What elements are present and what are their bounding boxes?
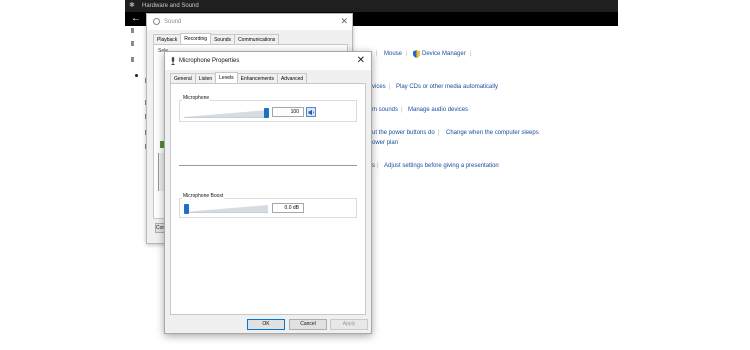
list-bullet	[135, 74, 138, 77]
system-sounds-link-partial[interactable]: m sounds	[372, 106, 398, 114]
microphone-boost-slider[interactable]	[184, 205, 268, 213]
tab-communications[interactable]: Communications	[234, 34, 280, 44]
control-panel-titlebar: ✱ Hardware and Sound	[125, 0, 618, 12]
link-separator: |	[401, 107, 403, 113]
tab-listen[interactable]: Listen	[194, 73, 217, 83]
devices-link-partial[interactable]: vices	[372, 83, 386, 91]
mic-tab-strip: General Listen Levels Enhancements Advan…	[170, 72, 308, 83]
window-title: Hardware and Sound	[142, 3, 199, 9]
speaker-icon	[308, 109, 314, 116]
close-icon[interactable]: ✕	[340, 16, 348, 26]
tab-playback[interactable]: Playback	[153, 34, 182, 44]
tab-advanced[interactable]: Advanced	[276, 73, 308, 83]
hardware-and-sound-icon: ✱	[129, 2, 135, 9]
sound-titlebar: Sound ✕	[147, 14, 352, 30]
hidden-text-stub	[131, 28, 134, 33]
microphone-level-slider[interactable]	[184, 110, 268, 118]
tab-recording[interactable]: Recording	[180, 33, 212, 44]
uac-shield-icon	[413, 50, 420, 58]
presentation-link-partial[interactable]: s	[372, 162, 375, 170]
link-separator: |	[406, 51, 408, 57]
hidden-text-stub	[131, 41, 134, 46]
sound-title: Sound	[164, 19, 182, 25]
tab-sounds[interactable]: Sounds	[210, 34, 236, 44]
sound-tab-strip: Playback Recording Sounds Communications	[153, 33, 280, 44]
mic-titlebar: Microphone Properties ✕	[165, 52, 371, 70]
power-plan-link-partial[interactable]: ower plan	[372, 139, 398, 147]
section-divider	[179, 165, 357, 166]
microphone-label: Microphone	[182, 95, 211, 101]
sleep-settings-link[interactable]: Change when the computer sleeps	[446, 129, 539, 137]
link-separator: |	[438, 130, 440, 136]
manage-audio-devices-link[interactable]: Manage audio devices	[408, 106, 468, 114]
autoplay-link[interactable]: Play CDs or other media automatically	[396, 83, 498, 91]
cancel-button[interactable]: Cancel	[289, 319, 327, 330]
tab-enhancements[interactable]: Enhancements	[236, 73, 278, 83]
microphone-group: Microphone 100	[179, 95, 357, 122]
microphone-icon	[171, 57, 175, 65]
apply-button[interactable]: Apply	[330, 319, 368, 330]
mic-dialog-title: Microphone Properties	[179, 58, 240, 64]
link-separator: |	[376, 51, 378, 57]
link-separator: |	[470, 51, 472, 57]
device-manager-link[interactable]: Device Manager	[422, 50, 466, 58]
speaker-icon	[153, 18, 160, 25]
microphone-properties-dialog: Microphone Properties ✕ General Listen L…	[164, 51, 372, 334]
microphone-boost-label: Microphone Boost	[182, 193, 225, 199]
microphone-level-value[interactable]: 100	[272, 107, 304, 117]
microphone-boost-value[interactable]: 0.0 dB	[272, 203, 304, 213]
mute-toggle-button[interactable]	[306, 107, 316, 117]
back-arrow-icon[interactable]: ←	[131, 13, 141, 25]
hidden-text-stub	[131, 57, 134, 62]
close-icon[interactable]: ✕	[357, 55, 365, 66]
microphone-slider-thumb[interactable]	[264, 108, 269, 118]
presentation-settings-link[interactable]: Adjust settings before giving a presenta…	[384, 162, 499, 170]
tab-general[interactable]: General	[170, 73, 196, 83]
boost-slider-thumb[interactable]	[184, 204, 189, 214]
link-separator: |	[377, 163, 379, 169]
link-separator: |	[389, 84, 391, 90]
tab-levels[interactable]: Levels	[215, 72, 238, 83]
levels-panel: Microphone 100 Microphone Boost 0.0 dB	[170, 83, 366, 315]
microphone-boost-group: Microphone Boost 0.0 dB	[179, 193, 357, 218]
power-buttons-link-partial[interactable]: ut the power buttons do	[372, 129, 435, 137]
mouse-link[interactable]: Mouse	[384, 50, 402, 58]
ok-button[interactable]: OK	[247, 319, 285, 330]
